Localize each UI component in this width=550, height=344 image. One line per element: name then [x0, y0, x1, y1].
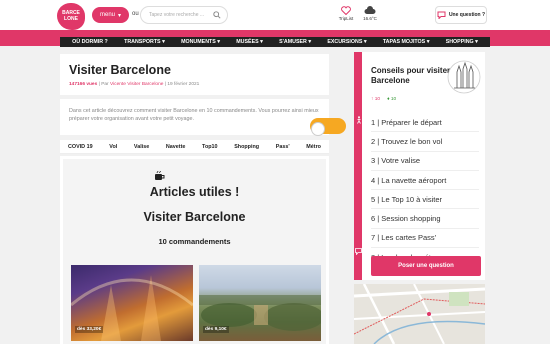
- nav-item-excursions[interactable]: EXCURSIONS ▾: [327, 39, 366, 45]
- section-heading: Visiter Barcelone: [143, 210, 246, 224]
- cloud-icon: [364, 6, 376, 14]
- comment-icon: [355, 248, 362, 255]
- chevron-down-icon: ▾: [118, 12, 122, 19]
- page-title: Visiter Barcelone: [69, 63, 171, 77]
- by-label: | Par: [97, 82, 110, 87]
- price-tag-1: dès 33,20€: [75, 326, 104, 333]
- nav-item-shopping[interactable]: SHOPPING ▾: [446, 39, 478, 45]
- tab-shopping[interactable]: Shopping: [234, 144, 259, 150]
- article-meta: 147166 vues | Par Vicente Visiter Barcel…: [69, 82, 199, 87]
- tab-top10[interactable]: Top10: [202, 144, 217, 150]
- nav-item-musees[interactable]: MUSÉES ▾: [236, 39, 263, 45]
- triplist-label: TripList: [338, 16, 354, 21]
- question-label: Une question ?: [448, 12, 486, 18]
- chat-avatar-icon[interactable]: [311, 122, 325, 136]
- top-header: BARCE LONE menu ▾ ou Tapez votre recherc…: [0, 0, 550, 30]
- vote-down[interactable]: ♦ 10: [387, 97, 396, 102]
- articles-heading: Articles utiles !: [149, 185, 240, 199]
- tip-item-4[interactable]: 4 | La navette aéroport: [371, 171, 479, 191]
- sagrada-familia-photo[interactable]: dès 33,20€: [71, 265, 193, 341]
- tip-item-6[interactable]: 6 | Session shopping: [371, 209, 479, 229]
- tab-pass[interactable]: Pass': [276, 144, 290, 150]
- menu-label: menu: [99, 12, 115, 18]
- tip-item-7[interactable]: 7 | Les cartes Pass': [371, 229, 479, 249]
- nav-item-transports[interactable]: TRANSPORTS ▾: [124, 39, 165, 45]
- cathedral-drawing-icon: [447, 60, 481, 94]
- street-map-image: [354, 284, 485, 344]
- walker-icon: [357, 116, 361, 124]
- sidebar-title: Conseils pour visiter Barcelone: [371, 66, 451, 85]
- vote-up[interactable]: ↑ 10: [371, 97, 380, 102]
- search-input[interactable]: Tapez votre recherche ...: [140, 6, 228, 24]
- weather-temp: 16.6°C: [363, 16, 377, 21]
- article-tabs: COVID 19 Vol Valise Navette Top10 Shoppi…: [60, 140, 329, 154]
- heart-icon: [341, 6, 351, 16]
- intro-card: Dans cet article découvrez comment visit…: [60, 99, 329, 135]
- tip-item-2[interactable]: 2 | Trouvez le bon vol: [371, 132, 479, 152]
- tip-item-5[interactable]: 5 | Le Top 10 à visiter: [371, 190, 479, 210]
- nav-item-dormir[interactable]: OÙ DORMIR ?: [72, 39, 108, 45]
- publish-date: | 19 février 2021: [163, 82, 200, 87]
- price-tag-2: dès 9,10€: [203, 326, 229, 333]
- logo-text-2: LONE: [64, 16, 78, 22]
- search-placeholder: Tapez votre recherche ...: [149, 12, 205, 18]
- coffee-cup-icon: [155, 170, 165, 180]
- tab-navette[interactable]: Navette: [166, 144, 185, 150]
- intro-text: Dans cet article découvrez comment visit…: [69, 108, 319, 122]
- tab-valise[interactable]: Valise: [134, 144, 149, 150]
- vote-counters: ↑ 10 ♦ 10: [371, 97, 396, 102]
- author-link[interactable]: Vicente Visiter Barcelone: [110, 82, 163, 87]
- main-nav: OÙ DORMIR ? TRANSPORTS ▾ MONUMENTS ▾ MUS…: [60, 37, 490, 47]
- ask-question-button[interactable]: Poser une question: [371, 256, 481, 276]
- question-button[interactable]: Une question ?: [435, 6, 487, 24]
- view-count: 147166 vues: [69, 82, 98, 87]
- tab-covid[interactable]: COVID 19: [68, 144, 93, 150]
- map-widget[interactable]: [354, 284, 485, 344]
- tips-list: 1 | Préparer le départ 2 | Trouvez le bo…: [371, 113, 479, 267]
- or-label: ou: [132, 11, 139, 17]
- tab-metro[interactable]: Métro: [306, 144, 321, 150]
- menu-button[interactable]: menu ▾: [92, 7, 129, 23]
- park-guell-photo[interactable]: dès 9,10€: [199, 265, 321, 341]
- sidebar-accent-bar: [354, 52, 362, 280]
- tip-item-1[interactable]: 1 | Préparer le départ: [371, 113, 479, 133]
- weather-widget[interactable]: 16.6°C: [359, 6, 381, 21]
- search-icon[interactable]: [213, 11, 221, 19]
- site-logo[interactable]: BARCE LONE: [57, 3, 85, 30]
- tip-item-3[interactable]: 3 | Votre valise: [371, 152, 479, 171]
- section-subheading: 10 commandements: [158, 237, 231, 246]
- chat-icon: [437, 11, 446, 19]
- nav-item-samuser[interactable]: S'AMUSER ▾: [279, 39, 311, 45]
- triplist-link[interactable]: TripList: [335, 6, 357, 21]
- nav-item-monuments[interactable]: MONUMENTS ▾: [181, 39, 220, 45]
- article-header-card: Visiter Barcelone 147166 vues | Par Vice…: [60, 54, 329, 95]
- nav-item-tapas[interactable]: TAPAS MOJITOS ▾: [383, 39, 430, 45]
- tab-vol[interactable]: Vol: [109, 144, 117, 150]
